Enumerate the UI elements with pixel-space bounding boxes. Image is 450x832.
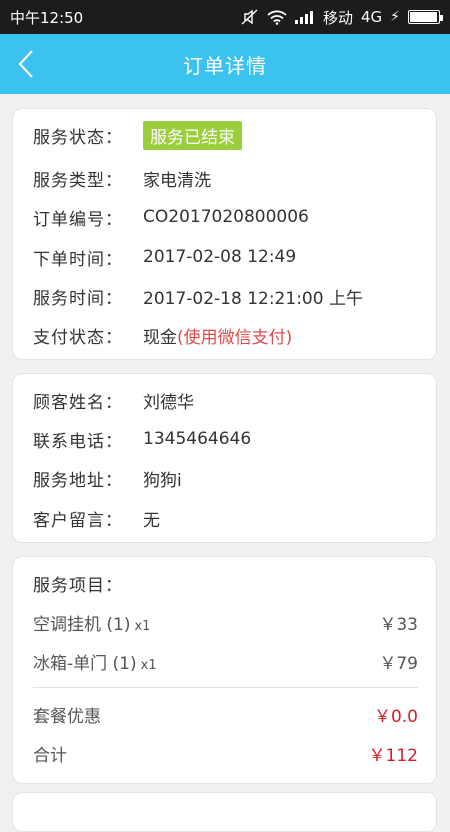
service-items-title: 服务项目： <box>33 575 123 596</box>
customer-name-row: 顾客姓名： 刘德华 <box>33 385 418 415</box>
status-bar: 中午12:50 移动 4G ⚡ <box>0 0 450 34</box>
service-status-label: 服务状态： <box>33 127 123 148</box>
signal-icon <box>294 10 315 24</box>
carrier-name: 移动 <box>322 8 353 27</box>
status-time: 中午12:50 <box>10 8 84 27</box>
payment-status-label: 支付状态： <box>33 327 123 348</box>
service-status-row: 服务状态： 服务已结束 <box>33 120 418 150</box>
payment-method-value: 现金 <box>143 327 177 348</box>
list-item: 冰箱-单门 (1) x1 ￥79 <box>33 646 418 676</box>
total-value: ￥112 <box>368 745 418 766</box>
customer-note-label: 客户留言： <box>33 510 123 531</box>
order-time-value: 2017-02-08 12:49 <box>143 247 297 267</box>
item-qty: x1 <box>134 618 151 634</box>
divider <box>33 687 418 688</box>
item-name: 空调挂机 (1) <box>33 614 131 635</box>
service-type-label: 服务类型： <box>33 170 123 191</box>
discount-row: 套餐优惠 ￥0.0 <box>33 699 418 729</box>
next-card <box>12 792 437 832</box>
battery-icon <box>408 10 443 24</box>
app-header: 订单详情 <box>0 34 450 94</box>
order-number-value: CO2017020800006 <box>143 207 309 227</box>
address-row: 服务地址： 狗狗i <box>33 463 418 493</box>
phone-label: 联系电话： <box>33 431 123 452</box>
customer-note-row: 客户留言： 无 <box>33 503 418 533</box>
status-icons: 移动 4G ⚡ <box>241 7 443 28</box>
item-name: 冰箱-单门 (1) <box>33 653 137 674</box>
payment-note: (使用微信支付) <box>177 327 293 348</box>
network-type: 4G <box>360 8 383 26</box>
order-info-card: 服务状态： 服务已结束 服务类型： 家电清洗 订单编号： CO201702080… <box>12 108 437 360</box>
charging-icon: ⚡ <box>390 9 400 25</box>
service-time-value: 2017-02-18 12:21:00 上午 <box>143 288 363 309</box>
order-time-row: 下单时间： 2017-02-08 12:49 <box>33 242 418 272</box>
service-type-value: 家电清洗 <box>143 170 211 191</box>
total-row: 合计 ￥112 <box>33 738 418 768</box>
customer-info-card: 顾客姓名： 刘德华 联系电话： 1345464646 服务地址： 狗狗i 客户留… <box>12 373 437 543</box>
item-qty: x1 <box>140 657 157 673</box>
chevron-left-icon[interactable] <box>10 48 42 80</box>
order-number-label: 订单编号： <box>33 209 123 230</box>
mute-icon <box>241 9 259 25</box>
payment-status-row: 支付状态： 现金 (使用微信支付) <box>33 320 418 350</box>
customer-name-value: 刘德华 <box>143 392 194 413</box>
discount-value: ￥0.0 <box>373 706 418 727</box>
order-number-row: 订单编号： CO2017020800006 <box>33 202 418 232</box>
customer-name-label: 顾客姓名： <box>33 392 123 413</box>
item-price: ￥79 <box>379 653 418 674</box>
address-label: 服务地址： <box>33 470 123 491</box>
order-time-label: 下单时间： <box>33 249 123 270</box>
customer-note-value: 无 <box>143 510 160 531</box>
page-title: 订单详情 <box>183 53 267 78</box>
phone-value: 1345464646 <box>143 429 252 449</box>
service-time-row: 服务时间： 2017-02-18 12:21:00 上午 <box>33 281 418 311</box>
wifi-icon <box>267 10 287 25</box>
address-value: 狗狗i <box>143 470 182 491</box>
total-label: 合计 <box>33 745 67 766</box>
list-item: 空调挂机 (1) x1 ￥33 <box>33 607 418 637</box>
status-badge: 服务已结束 <box>143 120 242 150</box>
phone-row: 联系电话： 1345464646 <box>33 424 418 454</box>
service-time-label: 服务时间： <box>33 288 123 309</box>
service-type-row: 服务类型： 家电清洗 <box>33 163 418 193</box>
service-items-card: 服务项目： 空调挂机 (1) x1 ￥33 冰箱-单门 (1) x1 ￥79 套餐优… <box>12 556 437 784</box>
service-items-title-row: 服务项目： <box>33 568 418 598</box>
discount-label: 套餐优惠 <box>33 706 101 727</box>
item-price: ￥33 <box>379 614 418 635</box>
